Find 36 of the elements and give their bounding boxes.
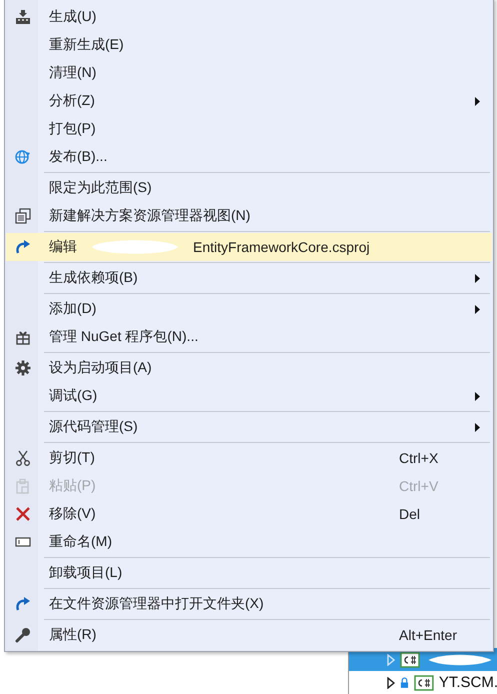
- menu-item[interactable]: 打包(P): [6, 115, 492, 143]
- menu-item[interactable]: 生成(U): [6, 3, 492, 31]
- menu-item[interactable]: 剪切(T) Ctrl+X: [6, 444, 492, 472]
- csharp-project-icon: [400, 652, 420, 668]
- settings-icon: [14, 360, 30, 376]
- menu-item[interactable]: 生成依赖项(B): [6, 264, 492, 292]
- delete-icon: [14, 506, 30, 522]
- menu-item[interactable]: 重命名(M): [6, 528, 492, 556]
- globe-icon: [14, 149, 30, 165]
- menu-item[interactable]: 添加(D): [6, 295, 492, 323]
- menu-item[interactable]: 在文件资源管理器中打开文件夹(X): [6, 590, 492, 618]
- curved-arrow-icon: [14, 239, 30, 255]
- menu-item[interactable]: 源代码管理(S): [6, 413, 492, 441]
- menu-item[interactable]: 发布(B)...: [6, 143, 492, 171]
- menu-item[interactable]: 设为启动项目(A): [6, 354, 492, 382]
- menu-item[interactable]: 编辑 EntityFrameworkCore.csproj: [6, 233, 492, 261]
- menu-item[interactable]: 管理 NuGet 程序包(N)...: [6, 323, 492, 351]
- cut-icon: [14, 450, 30, 466]
- menu-item[interactable]: 重新生成(E): [6, 31, 492, 59]
- menu-item[interactable]: 新建解决方案资源管理器视图(N): [6, 202, 492, 230]
- tree-row[interactable]: YT.SCM.: [349, 671, 497, 694]
- menu-item[interactable]: 调试(G): [6, 382, 492, 410]
- windows-icon: [14, 208, 30, 224]
- expand-arrow-icon[interactable]: [387, 676, 395, 688]
- menu-item[interactable]: 清理(N): [6, 59, 492, 87]
- paste-icon: [14, 478, 30, 494]
- curved-arrow-icon: [14, 596, 30, 612]
- build-icon: [14, 9, 30, 25]
- menu-item[interactable]: 属性(R) Alt+Enter: [6, 621, 492, 649]
- menu-item[interactable]: 卸载项目(L): [6, 559, 492, 587]
- menu-item[interactable]: 分析(Z): [6, 87, 492, 115]
- csharp-project-icon: [414, 674, 434, 690]
- menu-item[interactable]: 限定为此范围(S): [6, 174, 492, 202]
- project-name: YT.SCM.: [438, 674, 497, 691]
- menu-item[interactable]: 移除(V) Del: [6, 500, 492, 528]
- gift-icon: [14, 329, 30, 345]
